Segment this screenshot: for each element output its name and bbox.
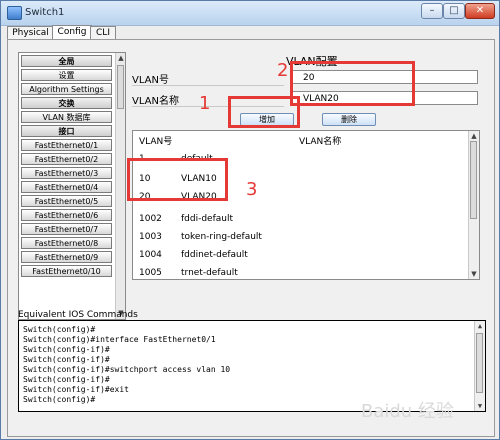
vlan-id-cell: 1004 (139, 250, 162, 260)
scroll-up-icon[interactable]: ▲ (469, 131, 479, 141)
console-line: Switch(config-if)#switchport access vlan… (23, 365, 231, 374)
table-row[interactable]: 1003 token-ring-default (133, 229, 468, 247)
console-line: Switch(config)#interface FastEthernet0/1 (23, 335, 216, 344)
console-scroll-thumb[interactable] (476, 333, 483, 393)
nav-section-global[interactable]: 全局 (21, 55, 112, 67)
console-line: Switch(config)# (23, 325, 96, 334)
nav-item-vlan-database[interactable]: VLAN 数据库 (21, 111, 112, 123)
watermark-text: Baidu 经验 (361, 401, 454, 422)
table-row[interactable]: 1002 fddi-default (133, 211, 468, 229)
close-button[interactable]: ✕ (465, 3, 495, 19)
vlan-number-label: VLAN号 (132, 75, 169, 86)
vlan-id-cell: 1005 (139, 268, 162, 278)
nav-item-fastethernet[interactable]: FastEthernet0/2 (21, 153, 112, 165)
nav-item-fastethernet[interactable]: FastEthernet0/5 (21, 195, 112, 207)
vlan-id-cell: 1003 (139, 232, 162, 242)
vlan-table: VLAN号 VLAN名称 1 default 10 VLAN10 20 VLAN… (132, 130, 480, 280)
tab-physical[interactable]: Physical (7, 26, 54, 40)
nav-item-fastethernet[interactable]: FastEthernet0/1 (21, 139, 112, 151)
vlan-name-cell: token-ring-default (181, 232, 262, 242)
nav-item-fastethernet[interactable]: FastEthernet0/7 (21, 223, 112, 235)
nav-item-fastethernet[interactable]: FastEthernet0/10 (21, 265, 112, 277)
vlan-name-column-header: VLAN名称 (299, 137, 342, 147)
annotation-number-3: 3 (246, 179, 258, 200)
vlan-table-scrollbar[interactable]: ▲ ▼ (468, 131, 479, 279)
console-line: Switch(config)# (23, 395, 96, 404)
nav-section-interface[interactable]: 接口 (21, 125, 112, 137)
ios-commands-label: Equivalent IOS Commands (18, 310, 138, 320)
nav-item-fastethernet[interactable]: FastEthernet0/4 (21, 181, 112, 193)
tab-cli[interactable]: CLI (90, 26, 116, 40)
annotation-number-2: 2 (277, 60, 289, 81)
scroll-up-icon[interactable]: ▲ (116, 53, 125, 63)
divider (132, 85, 284, 86)
vlan-table-scroll-thumb[interactable] (470, 141, 477, 219)
scroll-down-icon[interactable]: ▼ (475, 401, 485, 411)
nav-scroll-thumb[interactable] (117, 65, 124, 109)
scroll-up-icon[interactable]: ▲ (475, 321, 485, 331)
console-line: Switch(config-if)# (23, 375, 110, 384)
app-icon (7, 6, 22, 20)
vlan-name-cell: fddi-default (181, 214, 234, 224)
annotation-box-fields (290, 61, 415, 106)
nav-item-fastethernet[interactable]: FastEthernet0/8 (21, 237, 112, 249)
annotation-number-1: 1 (199, 93, 211, 114)
window-title: Switch1 (25, 7, 65, 18)
vlan-name-label: VLAN名称 (132, 96, 179, 107)
table-row[interactable]: 1004 fddinet-default (133, 247, 468, 265)
nav-item-fastethernet[interactable]: FastEthernet0/6 (21, 209, 112, 221)
nav-item-settings[interactable]: 设置 (21, 69, 112, 81)
vlan-id-cell: 1002 (139, 214, 162, 224)
switch-window: Switch1 – □ ✕ Physical Config CLI 全局 设置 … (0, 0, 500, 440)
nav-item-fastethernet[interactable]: FastEthernet0/3 (21, 167, 112, 179)
tab-config[interactable]: Config (52, 25, 92, 40)
console-line: Switch(config-if)#exit (23, 385, 129, 394)
nav-section-switching[interactable]: 交换 (21, 97, 112, 109)
annotation-box-vlan-rows (127, 158, 228, 201)
nav-item-algorithm-settings[interactable]: Algorithm Settings (21, 83, 112, 95)
vlan-number-column-header: VLAN号 (139, 137, 173, 147)
scroll-down-icon[interactable]: ▼ (469, 269, 479, 279)
vlan-name-cell: fddinet-default (181, 250, 248, 260)
console-line: Switch(config-if)# (23, 345, 110, 354)
table-row[interactable]: 1005 trnet-default (133, 265, 468, 279)
vlan-name-cell: trnet-default (181, 268, 238, 278)
delete-vlan-button[interactable]: 删除 (322, 113, 376, 126)
maximize-button[interactable]: □ (443, 3, 465, 19)
config-nav-list: 全局 设置 Algorithm Settings 交换 VLAN 数据库 接口 … (18, 52, 126, 320)
console-line: Switch(config-if)# (23, 355, 110, 364)
title-bar: Switch1 – □ ✕ (1, 1, 499, 26)
console-scrollbar[interactable]: ▲ ▼ (474, 321, 485, 411)
nav-item-fastethernet[interactable]: FastEthernet0/9 (21, 251, 112, 263)
nav-scrollbar[interactable]: ▲ ▼ (115, 53, 125, 319)
minimize-button[interactable]: – (421, 3, 443, 19)
